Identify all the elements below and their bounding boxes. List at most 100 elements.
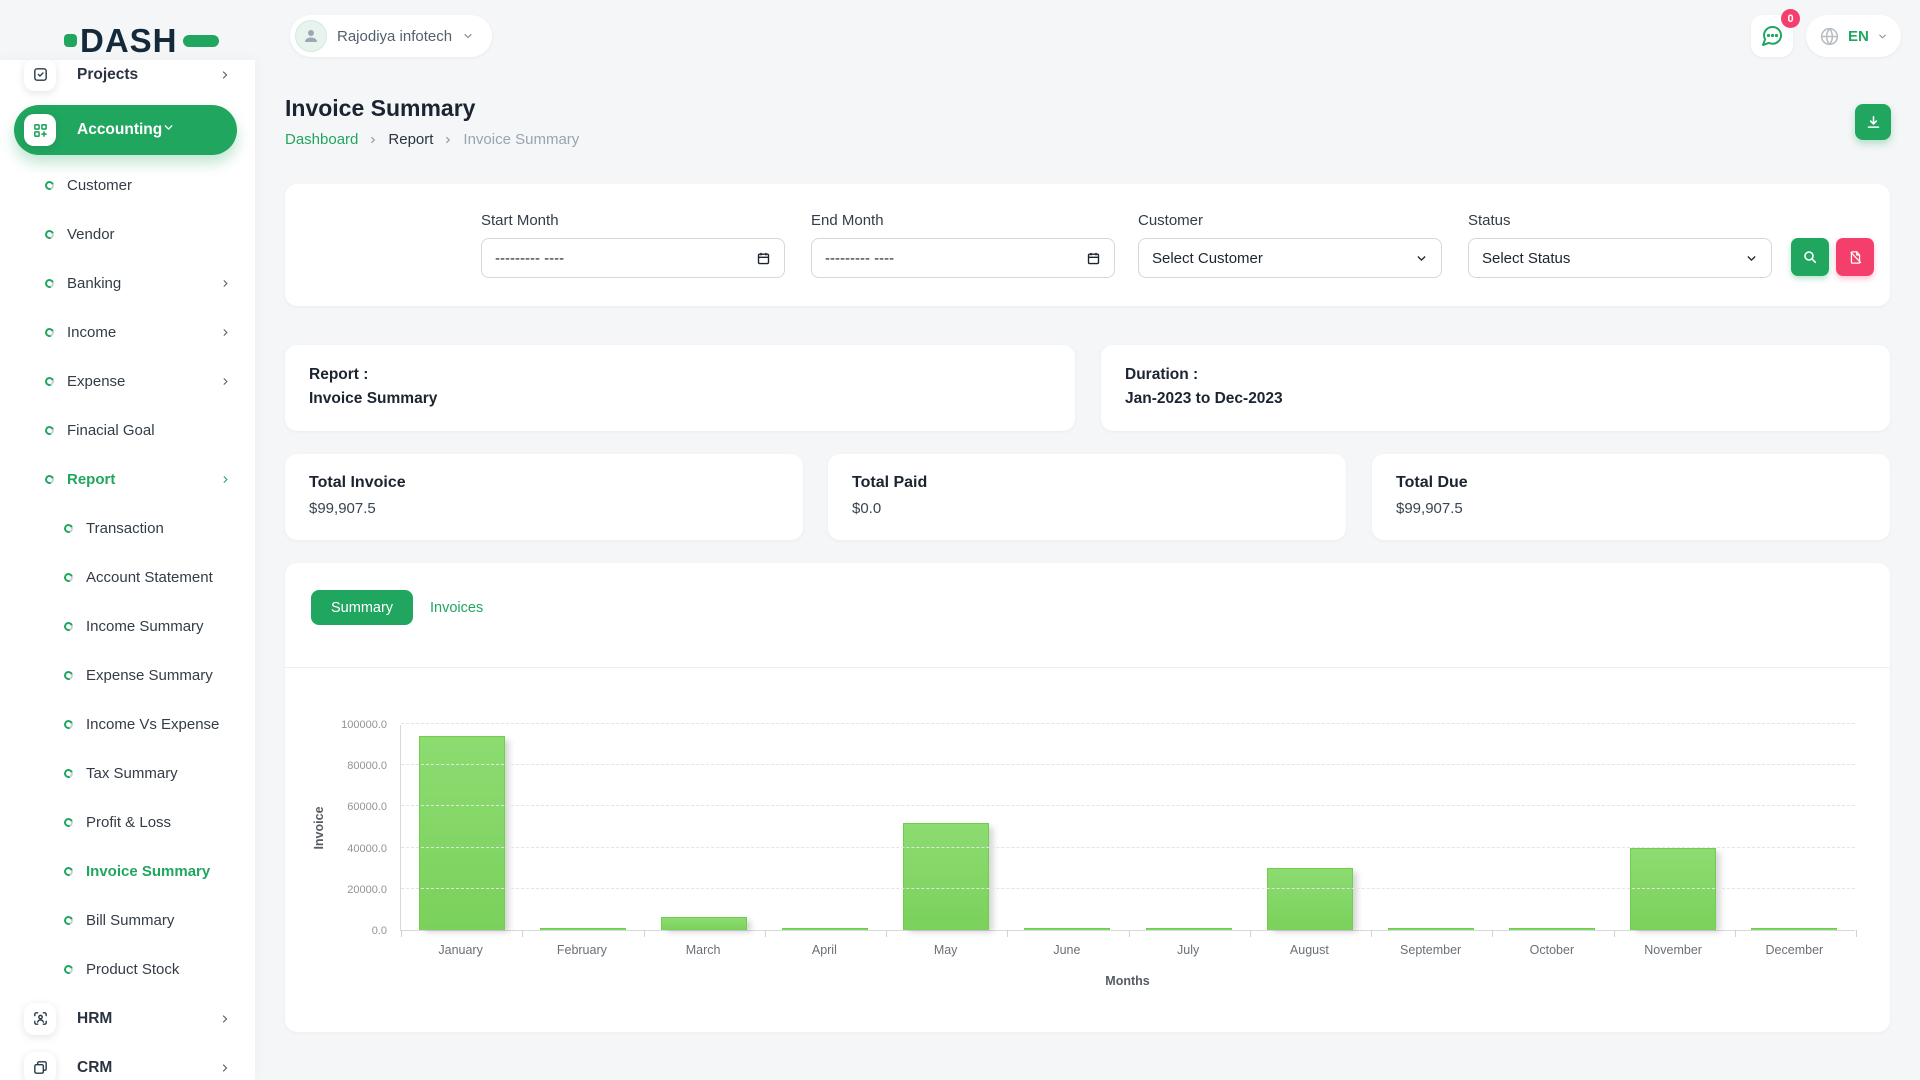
bullet-icon [63,817,75,829]
sidebar-item-label: Expense [67,373,125,390]
x-tick-label: July [1128,943,1249,957]
reset-filter-button[interactable] [1836,238,1874,276]
x-tick-label: November [1613,943,1734,957]
chevron-right-icon [368,135,378,145]
x-tick-label: January [400,943,521,957]
sidebar-item-accounting[interactable]: Accounting [14,105,237,155]
bar-august[interactable] [1267,868,1353,930]
chevron-right-icon [219,69,231,81]
end-month-input[interactable]: --------- ---- [811,238,1115,278]
bullet-icon [63,719,75,731]
apply-filter-button[interactable] [1791,238,1829,276]
bar-slot [643,725,764,930]
axis-tick [644,930,645,937]
start-month-value: --------- ---- [495,250,564,267]
calendar-icon[interactable] [756,251,771,266]
bar-january[interactable] [419,736,505,930]
bar-slot [401,725,522,930]
sidebar-item-report[interactable]: Report [0,455,255,504]
chart-y-labels: 0.020000.040000.060000.080000.0100000.0 [313,725,387,931]
x-tick-label: June [1006,943,1127,957]
x-tick-label: February [521,943,642,957]
total-paid-label: Total Paid [852,474,927,492]
end-month-value: --------- ---- [825,250,894,267]
bar-february[interactable] [540,928,626,930]
report-info-card: Report : Invoice Summary [285,345,1075,431]
sidebar-item-financial-goal[interactable]: Finacial Goal [0,406,255,455]
y-tick-label: 80000.0 [347,760,387,772]
bar-may[interactable] [903,823,989,930]
breadcrumb-dashboard[interactable]: Dashboard [285,131,358,148]
sidebar-item-income-summary[interactable]: Income Summary [0,602,255,651]
app-logo[interactable]: DASH [64,24,219,57]
bar-june[interactable] [1024,928,1110,930]
breadcrumb-current: Invoice Summary [463,131,579,148]
messages-button[interactable]: 0 [1751,15,1793,57]
x-tick-label: March [643,943,764,957]
tab-summary[interactable]: Summary [311,590,413,625]
sidebar-item-banking[interactable]: Banking [0,259,255,308]
sidebar-item-profit-loss[interactable]: Profit & Loss [0,798,255,847]
sidebar-item-label: Bill Summary [86,912,174,929]
tab-invoices[interactable]: Invoices [418,590,495,625]
sidebar-item-label: Account Statement [86,569,213,586]
axis-tick [1856,930,1857,937]
sidebar-item-hrm[interactable]: HRM [0,994,255,1043]
bar-september[interactable] [1388,928,1474,930]
bar-july[interactable] [1146,928,1232,930]
duration-info-card: Duration : Jan-2023 to Dec-2023 [1101,345,1890,431]
sidebar-item-label: Profit & Loss [86,814,171,831]
sidebar-item-income-vs-expense[interactable]: Income Vs Expense [0,700,255,749]
bar-october[interactable] [1509,928,1595,930]
sidebar-item-invoice-summary[interactable]: Invoice Summary [0,847,255,896]
breadcrumb-report[interactable]: Report [388,131,433,148]
sidebar-item-vendor[interactable]: Vendor [0,210,255,259]
bar-april[interactable] [782,928,868,930]
bullet-icon [44,474,56,486]
sidebar-item-account-statement[interactable]: Account Statement [0,553,255,602]
sidebar-item-label: Report [67,471,115,488]
sidebar-item-bill-summary[interactable]: Bill Summary [0,896,255,945]
sidebar-item-expense[interactable]: Expense [0,357,255,406]
sidebar-item-product-stock[interactable]: Product Stock [0,945,255,994]
sidebar-item-projects[interactable]: Projects [0,60,255,99]
clear-filter-icon [1848,250,1863,265]
customer-selected-value: Select Customer [1152,250,1263,267]
start-month-input[interactable]: --------- ---- [481,238,785,278]
language-selector[interactable]: EN [1806,15,1901,57]
bar-march[interactable] [661,917,747,930]
sidebar-item-crm[interactable]: CRM [0,1043,255,1080]
sidebar-item-income[interactable]: Income [0,308,255,357]
bullet-icon [44,229,56,241]
sidebar-item-tax-summary[interactable]: Tax Summary [0,749,255,798]
calendar-icon[interactable] [1086,251,1101,266]
axis-tick [1250,930,1251,937]
axis-tick [522,930,523,937]
company-selector[interactable]: Rajodiya infotech [290,15,492,57]
axis-tick [1371,930,1372,937]
download-icon [1865,114,1882,131]
bullet-icon [44,278,56,290]
download-button[interactable] [1855,104,1891,140]
sidebar-item-label: Finacial Goal [67,422,155,439]
total-invoice-value: $99,907.5 [309,500,376,517]
chevron-right-icon [220,474,231,485]
axis-tick [1007,930,1008,937]
chart-x-axis-title: Months [400,974,1855,988]
x-tick-label: April [764,943,885,957]
sidebar-item-transaction[interactable]: Transaction [0,504,255,553]
status-selected-value: Select Status [1482,250,1570,267]
y-tick-label: 100000.0 [341,719,387,731]
status-select[interactable]: Select Status [1468,238,1772,278]
gridline [401,805,1855,806]
bar-december[interactable] [1751,928,1837,930]
sidebar-item-label: Transaction [86,520,164,537]
sidebar-item-customer[interactable]: Customer [0,161,255,210]
axis-tick [1735,930,1736,937]
sidebar-item-expense-summary[interactable]: Expense Summary [0,651,255,700]
customer-select[interactable]: Select Customer [1138,238,1442,278]
chevron-down-icon [1877,31,1888,42]
bullet-icon [44,376,56,388]
axis-tick [1492,930,1493,937]
chart-x-labels: JanuaryFebruaryMarchAprilMayJuneJulyAugu… [400,943,1855,957]
